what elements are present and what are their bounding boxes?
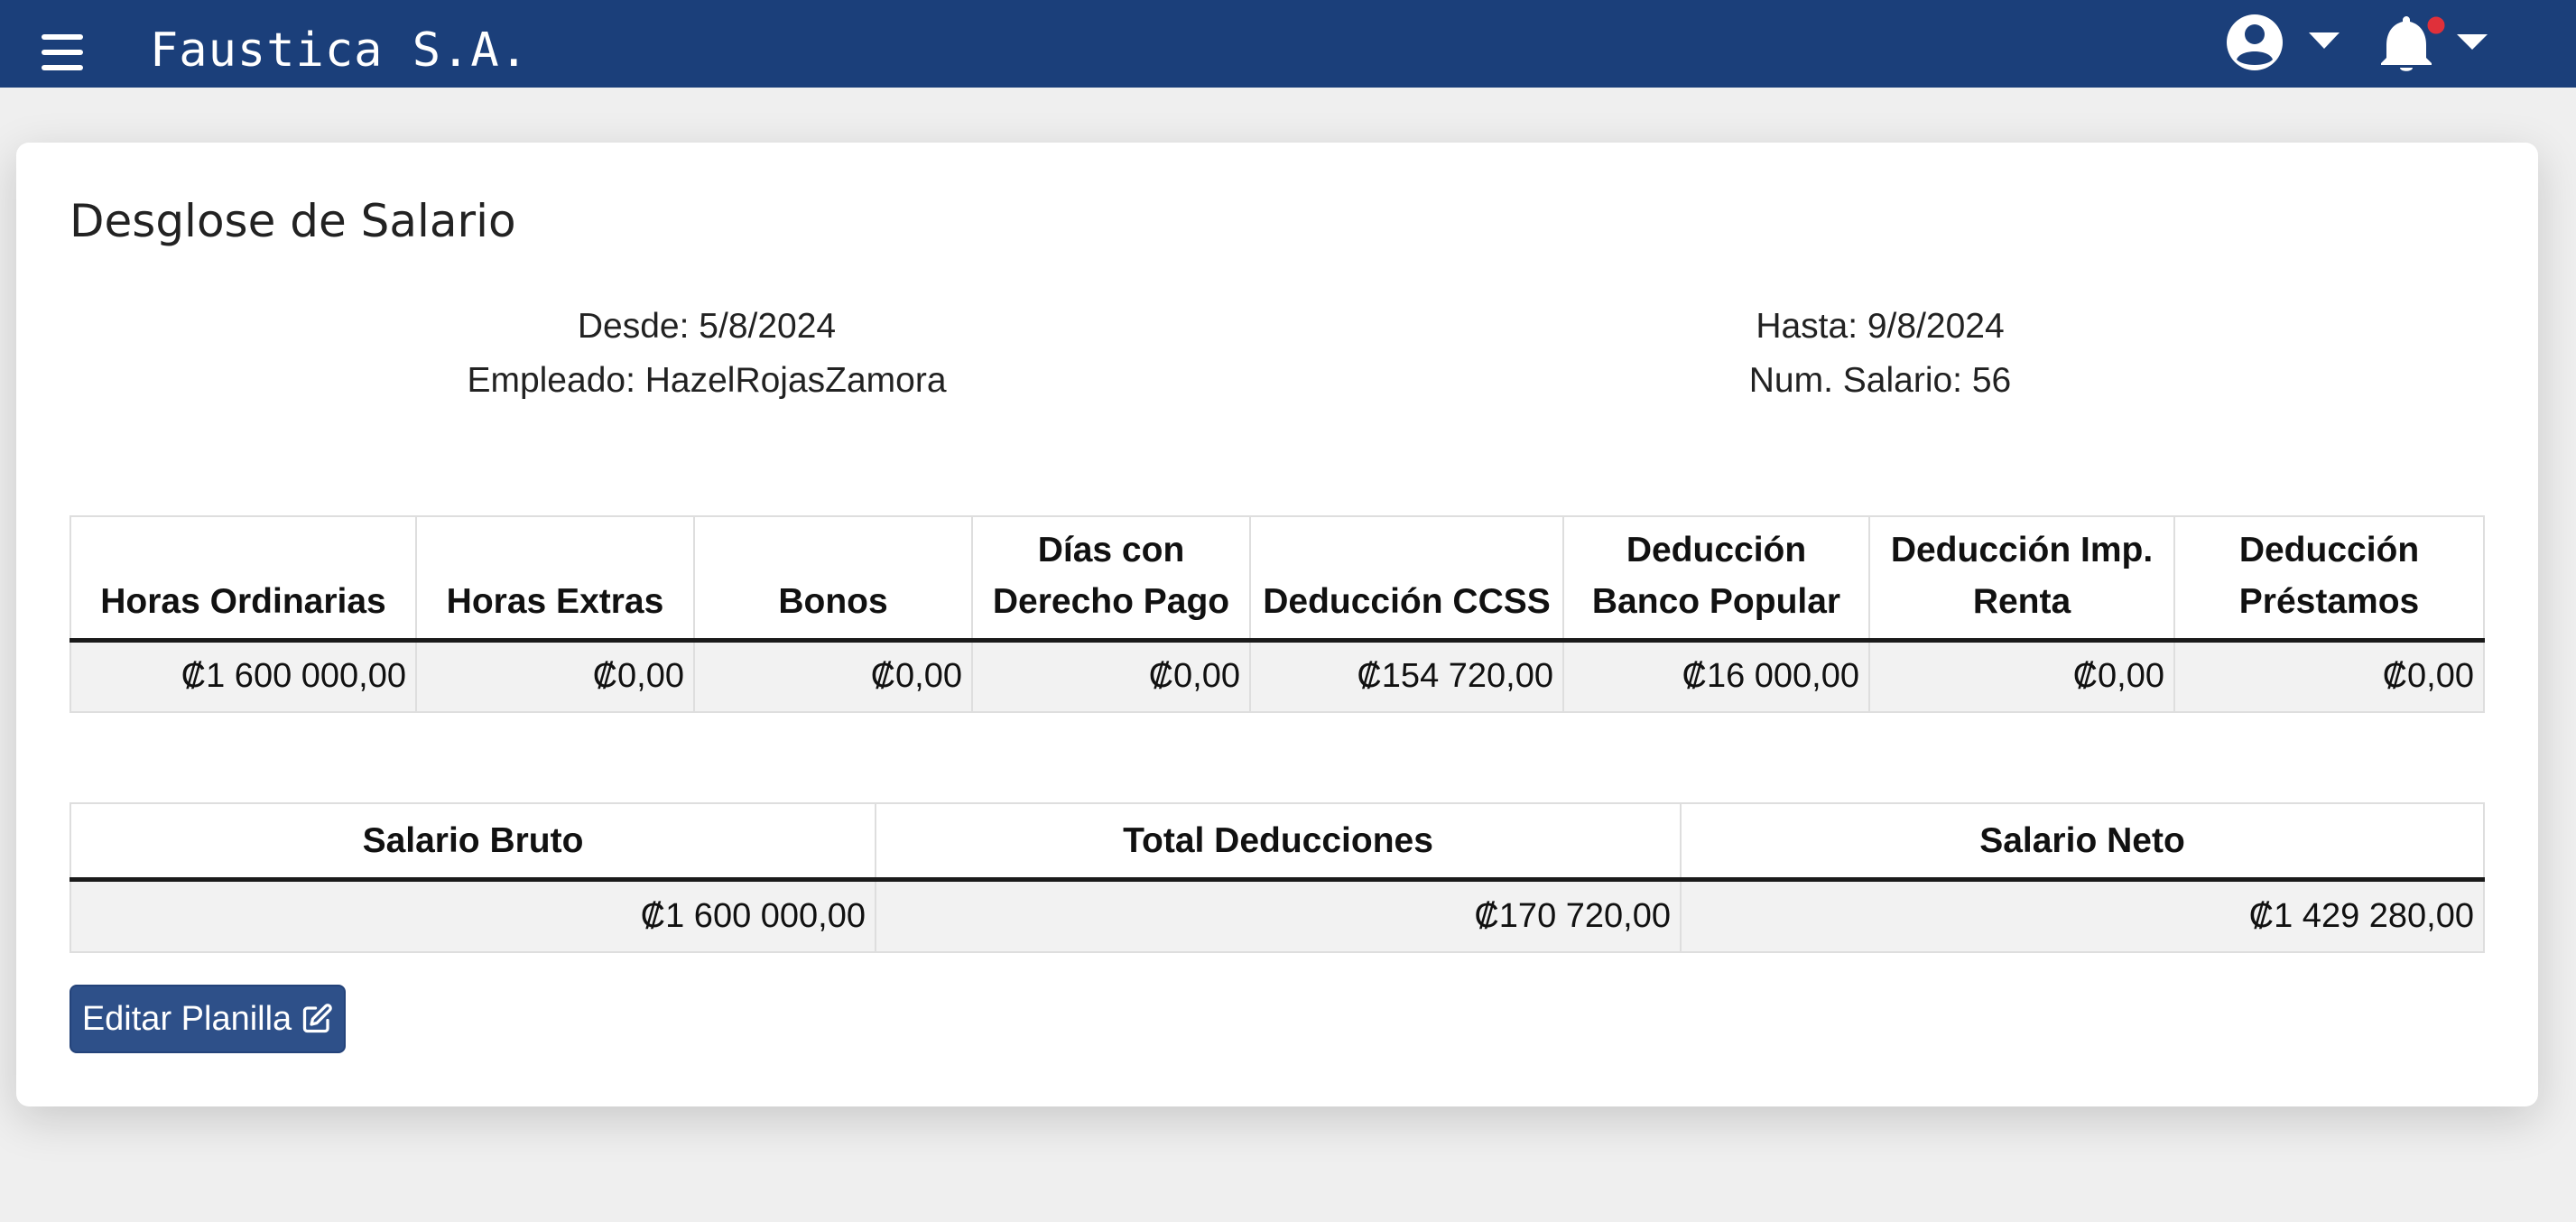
period-end-block: Hasta: 9/8/2024 Num. Salario: 56 [1478, 300, 2282, 408]
column-header: Deducción CCSS [1249, 515, 1564, 643]
num-salario-label: Num. Salario: 56 [1748, 361, 2012, 400]
salary-breakdown-card: Desglose de Salario Desde: 5/8/2024 Empl… [16, 143, 2538, 1106]
table-cell: ₡0,00 [415, 639, 695, 713]
column-header: Días con Derecho Pago [971, 515, 1251, 643]
table-row: ₡1 600 000,00 ₡0,00 ₡0,00 ₡0,00 ₡154 720… [69, 639, 2485, 713]
bell-icon [2381, 14, 2488, 71]
salary-detail-table: Horas Ordinarias Horas Extras Bonos Días… [69, 515, 2485, 713]
edit-button-label: Editar Planilla [81, 999, 292, 1038]
table-cell: ₡16 000,00 [1562, 639, 1870, 713]
table-cell: ₡0,00 [1868, 639, 2175, 713]
column-header: Deducción Banco Popular [1562, 515, 1870, 643]
table-row: ₡1 600 000,00 ₡170 720,00 ₡1 429 280,00 [69, 878, 2485, 953]
user-menu-dropdown[interactable] [2226, 13, 2343, 72]
salary-summary-table: Salario Bruto Total Deducciones Salario … [69, 802, 2485, 953]
table-cell: ₡0,00 [971, 639, 1251, 713]
table-cell: ₡1 600 000,00 [69, 639, 417, 713]
user-circle-icon [2227, 14, 2340, 70]
edit-payroll-button[interactable]: Editar Planilla [69, 985, 346, 1053]
column-header: Total Deducciones [875, 802, 1682, 882]
period-start-block: Desde: 5/8/2024 Empleado: HazelRojasZamo… [305, 300, 1108, 408]
column-header: Deducción Imp. Renta [1868, 515, 2175, 643]
top-navbar: Faustica S.A. [0, 0, 2576, 88]
empleado-label: Empleado: HazelRojasZamora [467, 361, 947, 400]
table-cell: ₡0,00 [693, 639, 973, 713]
total-deducciones-value: ₡170 720,00 [875, 878, 1682, 953]
column-header: Horas Ordinarias [69, 515, 417, 643]
edit-icon [303, 1004, 332, 1033]
salario-bruto-value: ₡1 600 000,00 [69, 878, 876, 953]
salario-neto-value: ₡1 429 280,00 [1680, 878, 2485, 953]
desde-label: Desde: 5/8/2024 [577, 307, 837, 346]
notification-badge [2424, 14, 2448, 37]
table-header-row: Salario Bruto Total Deducciones Salario … [69, 802, 2485, 882]
column-header: Salario Bruto [69, 802, 876, 882]
column-header: Horas Extras [415, 515, 695, 643]
column-header: Bonos [693, 515, 973, 643]
table-header-row: Horas Ordinarias Horas Extras Bonos Días… [69, 515, 2485, 643]
hamburger-menu-icon[interactable] [42, 34, 83, 72]
hasta-label: Hasta: 9/8/2024 [1756, 307, 2005, 346]
chevron-down-icon [2309, 32, 2340, 49]
column-header: Deducción Préstamos [2173, 515, 2485, 643]
notifications-dropdown[interactable] [2376, 11, 2493, 74]
table-cell: ₡0,00 [2173, 639, 2485, 713]
table-cell: ₡154 720,00 [1249, 639, 1564, 713]
column-header: Salario Neto [1680, 802, 2485, 882]
brand-name: Faustica S.A. [150, 23, 529, 78]
page-title: Desglose de Salario [69, 195, 516, 247]
chevron-down-icon [2457, 34, 2488, 50]
